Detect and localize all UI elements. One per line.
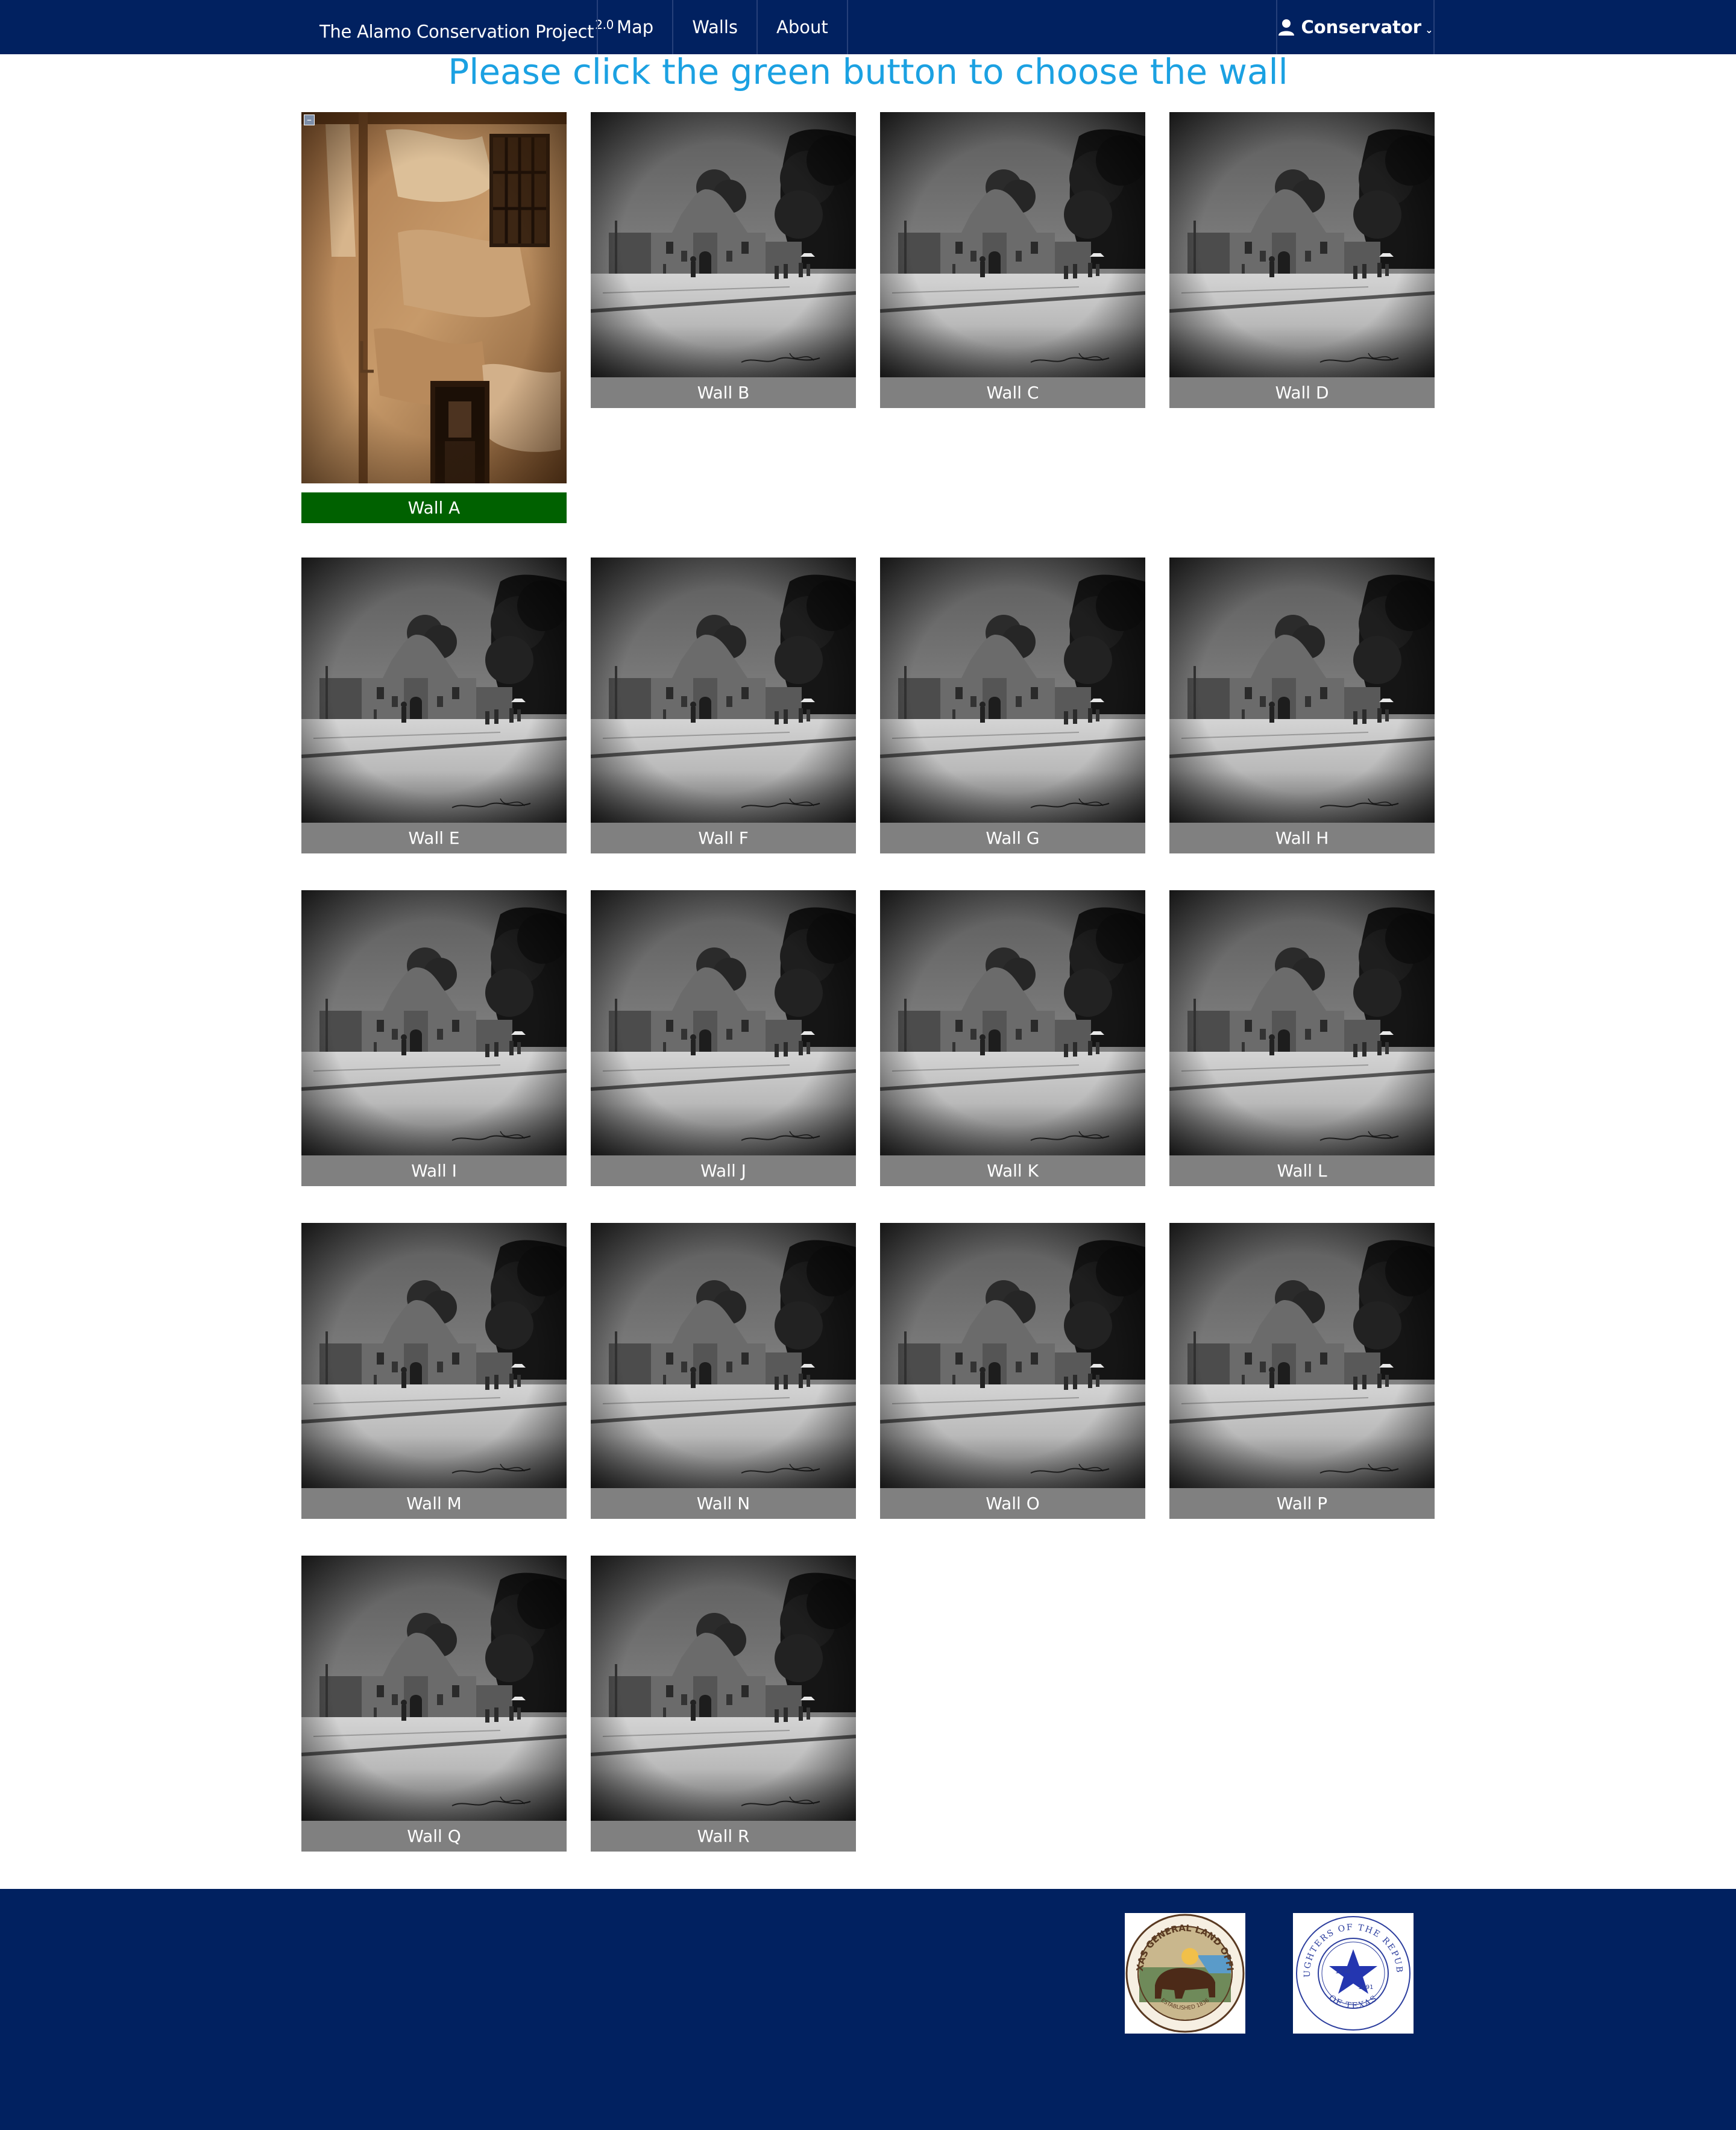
wall-select-button[interactable]: Wall D — [1169, 377, 1435, 408]
wall-tile: Wall K — [880, 890, 1145, 1186]
wall-tile: Wall M — [301, 1223, 567, 1519]
wall-tile: Wall J — [591, 890, 856, 1186]
wall-photo[interactable] — [301, 1223, 567, 1488]
wall-select-button[interactable]: Wall L — [1169, 1155, 1435, 1186]
collapse-icon[interactable]: – — [304, 115, 315, 125]
drt-year-1: 1836 — [1335, 1968, 1350, 1975]
wall-tile: Wall C — [880, 112, 1145, 408]
wall-select-button[interactable]: Wall G — [880, 823, 1145, 853]
wall-photo[interactable] — [880, 1223, 1145, 1488]
glo-seal-logo: TEXAS GENERAL LAND OFFICE ESTABLISHED 18… — [1121, 1905, 1245, 2034]
nav-link-about[interactable]: About — [756, 0, 848, 54]
wall-tile: Wall R — [591, 1556, 856, 1852]
wall-tile: Wall F — [591, 558, 856, 853]
wall-photo[interactable] — [1169, 112, 1435, 377]
wall-tile: Wall B — [591, 112, 856, 408]
wall-tile: Wall L — [1169, 890, 1435, 1186]
wall-photo[interactable] — [1169, 558, 1435, 823]
wall-photo[interactable]: – — [301, 112, 567, 483]
wall-tile: Wall D — [1169, 112, 1435, 408]
drt-year-2: 1891 — [1358, 1984, 1373, 1991]
wall-select-button[interactable]: Wall M — [301, 1488, 567, 1519]
wall-select-button[interactable]: Wall P — [1169, 1488, 1435, 1519]
wall-photo[interactable] — [591, 890, 856, 1155]
wall-select-button[interactable]: Wall B — [591, 377, 856, 408]
wall-photo[interactable] — [301, 890, 567, 1155]
wall-photo[interactable] — [1169, 1223, 1435, 1488]
user-icon — [1278, 19, 1295, 36]
brand-title: The Alamo Conservation Project — [319, 21, 594, 42]
wall-tile: Wall O — [880, 1223, 1145, 1519]
footer: TEXAS GENERAL LAND OFFICE ESTABLISHED 18… — [0, 1889, 1736, 2130]
wall-select-button[interactable]: Wall E — [301, 823, 567, 853]
top-navbar: The Alamo Conservation Project 2.0 Map Wa… — [0, 0, 1736, 54]
wall-photo[interactable] — [1169, 890, 1435, 1155]
wall-tile: Wall I — [301, 890, 567, 1186]
wall-tile: Wall G — [880, 558, 1145, 853]
wall-select-button[interactable]: Wall K — [880, 1155, 1145, 1186]
user-menu-label: Conservator — [1301, 17, 1422, 37]
wall-select-button[interactable]: Wall O — [880, 1488, 1145, 1519]
wall-tile: Wall P — [1169, 1223, 1435, 1519]
wall-select-button[interactable]: Wall R — [591, 1821, 856, 1852]
wall-tile: Wall N — [591, 1223, 856, 1519]
nav-link-map[interactable]: Map — [597, 0, 672, 54]
wall-tile: Wall H — [1169, 558, 1435, 853]
wall-select-button[interactable]: Wall I — [301, 1155, 567, 1186]
wall-photo[interactable] — [880, 112, 1145, 377]
chevron-down-icon: ⌄ — [1425, 24, 1433, 36]
wall-select-button[interactable]: Wall A — [301, 492, 567, 523]
wall-photo[interactable] — [591, 558, 856, 823]
wall-select-button[interactable]: Wall Q — [301, 1821, 567, 1852]
wall-photo[interactable] — [591, 112, 856, 377]
page-heading: Please click the green button to choose … — [448, 51, 1288, 92]
wall-select-button[interactable]: Wall C — [880, 377, 1145, 408]
nav-links: Map Walls About — [597, 0, 848, 54]
wall-select-button[interactable]: Wall F — [591, 823, 856, 853]
wall-photo[interactable] — [591, 1223, 856, 1488]
nav-link-walls[interactable]: Walls — [672, 0, 756, 54]
wall-tile: Wall Q — [301, 1556, 567, 1852]
wall-tile: – Wall A — [301, 112, 567, 523]
star-seal-icon: 1836 1891 DAUGHTERS OF THE REPUBLIC OF T… — [1289, 1906, 1410, 2031]
wall-select-button[interactable]: Wall J — [591, 1155, 856, 1186]
wall-select-button[interactable]: Wall H — [1169, 823, 1435, 853]
wall-photo[interactable] — [880, 890, 1145, 1155]
brand-link[interactable]: The Alamo Conservation Project 2.0 — [319, 0, 614, 54]
bison-seal-icon: TEXAS GENERAL LAND OFFICE ESTABLISHED 18… — [1121, 1905, 1245, 2033]
wall-photo[interactable] — [591, 1556, 856, 1821]
wall-tile: Wall E — [301, 558, 567, 853]
drt-seal-logo: 1836 1891 DAUGHTERS OF THE REPUBLIC OF T… — [1289, 1906, 1414, 2034]
user-menu-dropdown[interactable]: Conservator ⌄ — [1276, 0, 1435, 54]
wall-select-button[interactable]: Wall N — [591, 1488, 856, 1519]
wall-photo[interactable] — [301, 1556, 567, 1821]
wall-photo[interactable] — [301, 558, 567, 823]
wall-photo[interactable] — [880, 558, 1145, 823]
